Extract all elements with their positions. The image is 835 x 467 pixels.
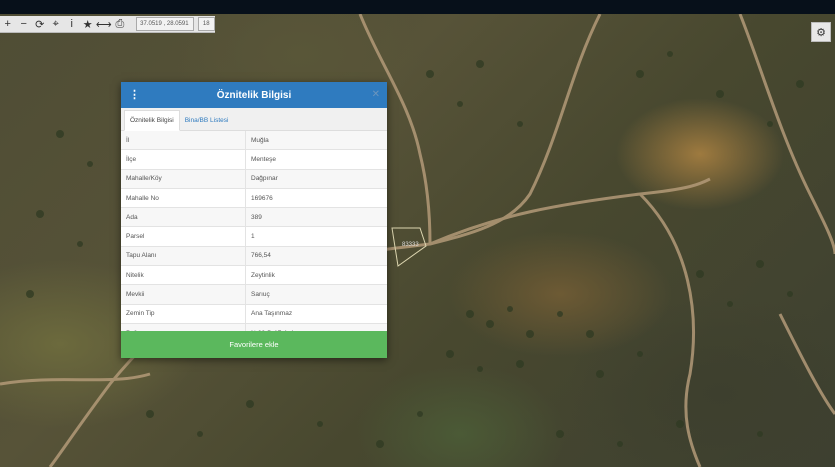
- parcel-label: 83333: [402, 242, 419, 248]
- plus-icon: +: [4, 18, 11, 30]
- dialog-title: Öznitelik Bilgisi: [216, 89, 292, 101]
- table-row: İl Muğla: [121, 131, 387, 151]
- dialog-header: ⋮ Öznitelik Bilgisi ✕: [121, 82, 387, 108]
- attribute-value: Zeytinlik: [245, 265, 387, 286]
- tab-attributes[interactable]: Öznitelik Bilgisi: [124, 110, 180, 131]
- top-bar: [0, 0, 835, 14]
- attribute-key: Ada: [121, 207, 246, 228]
- table-row: Mevkii Sarıuç: [121, 284, 387, 305]
- table-row: Parsel 1: [121, 226, 387, 247]
- attribute-value: Dağpınar: [245, 169, 387, 189]
- refresh-button[interactable]: ⟳: [32, 16, 47, 32]
- table-row: Mahalle No 169676: [121, 188, 387, 209]
- attribute-key: Tapu Alanı: [121, 246, 246, 267]
- attribute-key: Mevkii: [121, 284, 246, 305]
- attribute-key: Parsel: [121, 226, 246, 247]
- attribute-value: 766,54: [245, 246, 387, 267]
- crosshair-button[interactable]: ⌖: [48, 16, 63, 32]
- table-row: Mahalle/Köy Dağpınar: [121, 169, 387, 189]
- dialog-tabs: Öznitelik Bilgisi Bina/BB Listesi: [121, 108, 387, 131]
- print-button[interactable]: ⎙: [112, 16, 127, 32]
- measure-button[interactable]: ⟷: [96, 16, 112, 32]
- attribute-key: Nitelik: [121, 265, 246, 286]
- attribute-key: Mahalle No: [121, 188, 246, 209]
- minus-button[interactable]: −: [16, 16, 31, 32]
- plus-button[interactable]: +: [0, 16, 15, 32]
- settings-button[interactable]: ⚙: [811, 22, 831, 42]
- attribute-key: Zemin Tip: [121, 304, 246, 324]
- minus-icon: −: [20, 18, 27, 30]
- refresh-icon: ⟳: [35, 18, 45, 31]
- table-row: Zemin Tip Ana Taşınmaz: [121, 304, 387, 324]
- star-icon: ★: [82, 18, 93, 31]
- attribute-value: 389: [245, 207, 387, 228]
- map-toolbar: + − ⟳ ⌖ i ★ ⟷ ⎙ 37.0519 , 28.0591 18: [0, 16, 216, 33]
- table-row: Nitelik Zeytinlik: [121, 265, 387, 286]
- zoom-level: 18: [197, 17, 216, 31]
- crosshair-icon: ⌖: [52, 17, 59, 30]
- close-icon[interactable]: ✕: [372, 88, 380, 102]
- attribute-value: Muğla: [245, 131, 387, 151]
- coordinate-readout: 37.0519 , 28.0591: [136, 17, 194, 31]
- measure-icon: ⟷: [95, 18, 112, 31]
- print-icon: ⎙: [115, 17, 125, 30]
- attribute-value: Menteşe: [245, 149, 387, 170]
- info-button[interactable]: i: [64, 16, 79, 32]
- star-button[interactable]: ★: [80, 16, 95, 32]
- table-row: İlçe Menteşe: [121, 149, 387, 170]
- attribute-value: 1: [245, 226, 387, 247]
- tab-building-list[interactable]: Bina/BB Listesi: [180, 111, 234, 130]
- gear-icon: ⚙: [816, 26, 826, 39]
- menu-icon[interactable]: ⋮: [129, 88, 140, 102]
- attribute-key: İl: [121, 131, 246, 151]
- attribute-value: 169676: [245, 188, 387, 209]
- table-row: Ada 389: [121, 207, 387, 228]
- attribute-value: Sarıuç: [245, 284, 387, 305]
- attribute-key: Mahalle/Köy: [121, 169, 246, 189]
- attribute-key: İlçe: [121, 149, 246, 170]
- info-icon: i: [70, 18, 73, 30]
- attribute-value: Ana Taşınmaz: [245, 304, 387, 324]
- attribute-table: İl Muğla İlçe Menteşe Mahalle/Köy Dağpınar Mah…: [121, 131, 387, 344]
- add-favorite-button[interactable]: Favorilere ekle: [121, 331, 387, 358]
- attribute-dialog: ⋮ Öznitelik Bilgisi ✕ Öznitelik Bilgisi …: [121, 82, 387, 358]
- table-row: Tapu Alanı 766,54: [121, 246, 387, 267]
